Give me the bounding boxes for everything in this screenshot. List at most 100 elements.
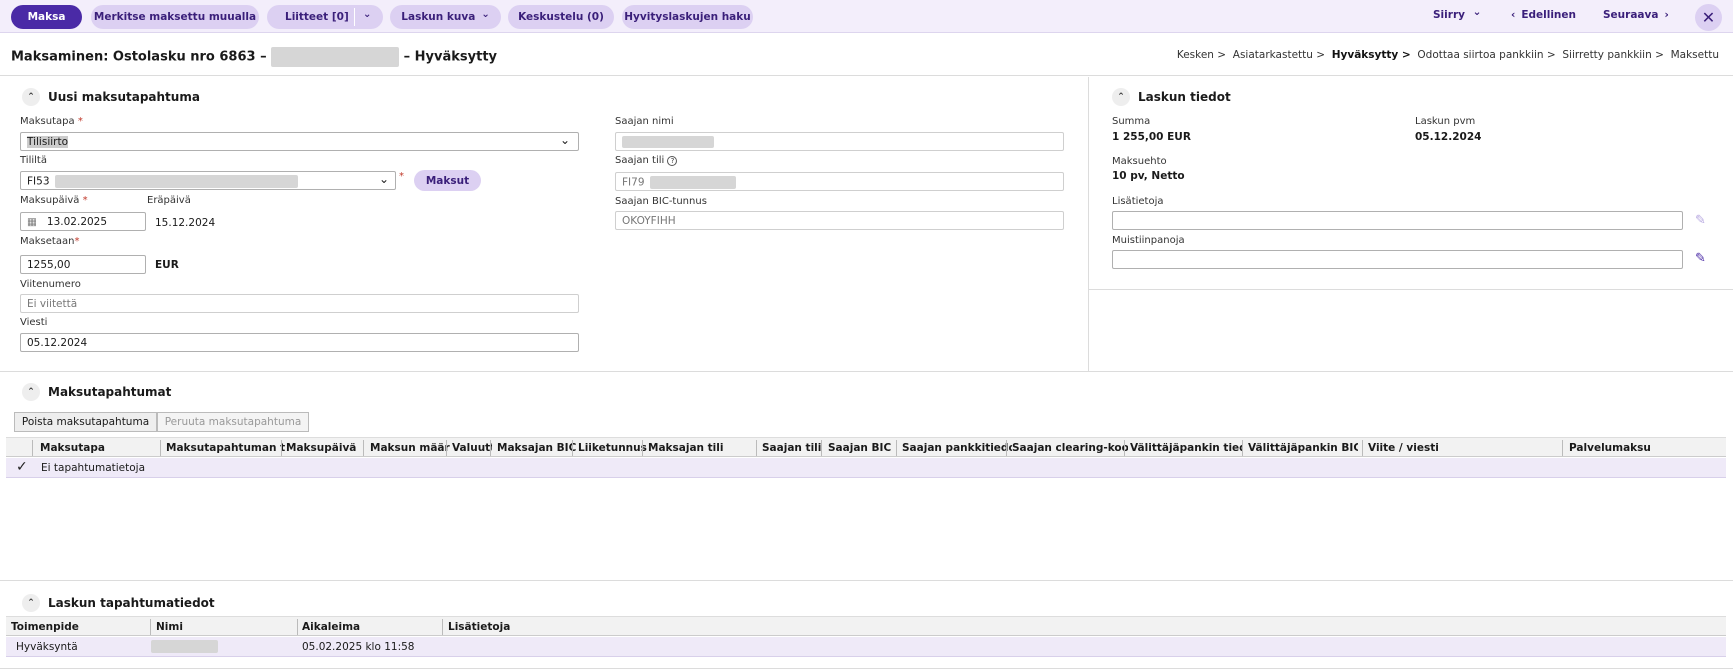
recipient-name-input[interactable] xyxy=(615,132,1064,151)
column-header[interactable]: Aikaleima xyxy=(302,621,442,633)
payments-header[interactable]: ⌃ Maksutapahtumat xyxy=(22,383,171,401)
column-header[interactable]: Liiketunnus xyxy=(578,442,648,454)
column-header[interactable]: Lisätietoja xyxy=(448,621,588,633)
column-header[interactable]: Maksajan tili xyxy=(648,442,758,454)
message-label: Viesti xyxy=(20,317,48,328)
close-button[interactable]: ✕ xyxy=(1695,4,1722,31)
column-header[interactable]: Välittäjäpankin tiedot xyxy=(1130,442,1242,454)
credit-invoice-search-button[interactable]: Hyvityslaskujen haku xyxy=(622,5,753,29)
payments-heading: Maksutapahtumat xyxy=(48,385,172,399)
redacted-recipient-account xyxy=(649,176,736,189)
payments-button[interactable]: Maksut xyxy=(414,170,481,191)
redacted-user-name xyxy=(151,640,218,653)
column-header[interactable]: Maksajan BIC xyxy=(497,442,577,454)
chevron-up-icon[interactable]: ⌃ xyxy=(22,594,40,612)
event-action: Hyväksyntä xyxy=(16,641,78,653)
discussion-button[interactable]: Keskustelu (0) xyxy=(508,5,614,29)
amount-input[interactable]: 1255,00 xyxy=(20,255,146,274)
breadcrumb-step: Kesken > xyxy=(1176,49,1227,61)
column-header[interactable]: Saajan pankkitiedot xyxy=(902,442,1012,454)
column-header[interactable]: Maksutapahtuman tila xyxy=(166,442,286,454)
toolbar: Maksa Merkitse maksettu muualla Liitteet… xyxy=(0,0,1733,33)
payment-terms-label: Maksuehto xyxy=(1112,156,1167,167)
pay-button[interactable]: Maksa xyxy=(11,5,82,29)
redacted-supplier-name xyxy=(271,47,400,67)
divider xyxy=(0,371,1733,372)
calendar-icon[interactable]: ▦ xyxy=(27,216,37,228)
extra-info-input[interactable] xyxy=(1112,211,1683,230)
attachments-button[interactable]: Liitteet [0] ⌄ xyxy=(267,5,383,29)
column-header[interactable]: Välittäjäpankin BIC-tunnus xyxy=(1248,442,1358,454)
events-header[interactable]: ⌃ Laskun tapahtumatiedot xyxy=(22,594,215,612)
notes-label: Muistiinpanoja xyxy=(1112,235,1185,246)
invoice-date-value: 05.12.2024 xyxy=(1415,131,1482,143)
attachments-label: Liitteet [0] xyxy=(285,11,349,23)
chevron-down-icon: ⌄ xyxy=(559,133,570,147)
column-header[interactable]: Saajan clearing-koodi xyxy=(1012,442,1128,454)
recipient-account-input[interactable]: FI79 xyxy=(615,172,1064,191)
attachments-split-divider xyxy=(354,8,355,26)
chevron-up-icon[interactable]: ⌃ xyxy=(1112,88,1130,106)
breadcrumb-step: Maksettu xyxy=(1670,49,1719,61)
invoice-info-heading: Laskun tiedot xyxy=(1138,90,1231,104)
column-header[interactable]: Maksun määrä xyxy=(370,442,450,454)
pay-date-value: 13.02.2025 xyxy=(46,216,108,228)
redacted-recipient-name xyxy=(622,136,714,148)
divider xyxy=(1088,289,1733,290)
recipient-name-label: Saajan nimi xyxy=(615,116,674,127)
column-header[interactable]: Maksupäivä xyxy=(286,442,366,454)
extra-info-label: Lisätietoja xyxy=(1112,196,1164,207)
mark-paid-elsewhere-button[interactable]: Merkitse maksettu muualla xyxy=(91,5,259,29)
next-link[interactable]: Seuraava › xyxy=(1603,9,1669,21)
divider xyxy=(0,580,1733,581)
next-label: Seuraava xyxy=(1603,9,1659,21)
notes-input[interactable] xyxy=(1112,250,1683,269)
help-icon[interactable]: ? xyxy=(667,156,678,166)
edit-icon[interactable]: ✎ xyxy=(1695,213,1711,229)
delete-payment-button[interactable]: Poista maksutapahtuma xyxy=(14,412,157,432)
page-title: Maksaminen: Ostolasku nro 6863 – – Hyväk… xyxy=(11,47,497,67)
section-divider xyxy=(1088,77,1089,371)
column-header[interactable]: Viite / viesti xyxy=(1368,442,1548,454)
column-header[interactable]: Saajan BIC xyxy=(828,442,898,454)
breadcrumb-step-current: Hyväksytty > xyxy=(1331,49,1411,61)
recipient-bic-input[interactable]: OKOYFIHH xyxy=(615,211,1064,230)
chevron-up-icon[interactable]: ⌃ xyxy=(22,383,40,401)
chevron-up-icon[interactable]: ⌃ xyxy=(22,88,40,106)
payment-method-value: Tilisiirto xyxy=(27,136,69,148)
edit-icon[interactable]: ✎ xyxy=(1695,251,1711,267)
column-header[interactable]: Palvelumaksu xyxy=(1569,442,1719,454)
cancel-payment-button[interactable]: Peruuta maksutapahtuma xyxy=(157,412,309,432)
column-header[interactable]: Maksutapa xyxy=(40,442,160,454)
invoice-image-button[interactable]: Laskun kuva ⌄ xyxy=(390,5,501,29)
previous-link[interactable]: ‹ Edellinen xyxy=(1511,9,1576,21)
move-menu[interactable]: Siirry ⌄ xyxy=(1433,6,1481,21)
invoice-info-header[interactable]: ⌃ Laskun tiedot xyxy=(1112,88,1231,106)
column-header[interactable]: Saajan tili xyxy=(762,442,822,454)
message-input[interactable]: 05.12.2024 xyxy=(20,333,579,352)
new-payment-header[interactable]: ⌃ Uusi maksutapahtuma xyxy=(22,88,200,106)
sum-value: 1 255,00 EUR xyxy=(1112,131,1191,143)
breadcrumb-step: Odottaa siirtoa pankkiin > xyxy=(1417,49,1556,61)
payment-method-select[interactable]: Tilisiirto ⌄ xyxy=(20,132,579,151)
amount-label: Maksetaan* xyxy=(20,236,80,247)
event-timestamp: 05.02.2025 klo 11:58 xyxy=(302,641,415,653)
reference-input[interactable]: Ei viitettä xyxy=(20,294,579,313)
required-marker: * xyxy=(399,171,404,182)
move-label: Siirry xyxy=(1433,9,1465,21)
from-account-select[interactable]: FI53 ⌄ xyxy=(20,171,396,190)
column-header[interactable]: Nimi xyxy=(156,621,296,633)
chevron-left-icon: ‹ xyxy=(1511,9,1516,21)
page-title-suffix: – Hyväksytty xyxy=(403,49,498,65)
chevron-down-icon[interactable]: ⌄ xyxy=(363,9,371,20)
checkmark-icon: ✓ xyxy=(16,459,28,475)
pay-date-input[interactable]: ▦ 13.02.2025 xyxy=(20,212,146,231)
from-account-label: Tililtä xyxy=(20,155,47,166)
table-row[interactable]: ✓ Ei tapahtumatietoja xyxy=(6,458,1726,478)
recipient-bic-label: Saajan BIC-tunnus xyxy=(615,196,707,207)
status-breadcrumb: Kesken > Asiatarkastettu > Hyväksytty > … xyxy=(1177,49,1719,61)
column-header[interactable]: Valuutta xyxy=(452,442,492,454)
table-row[interactable]: Hyväksyntä 05.02.2025 klo 11:58 xyxy=(6,637,1726,657)
column-header[interactable]: Toimenpide xyxy=(11,621,151,633)
invoice-image-label: Laskun kuva xyxy=(401,11,476,23)
